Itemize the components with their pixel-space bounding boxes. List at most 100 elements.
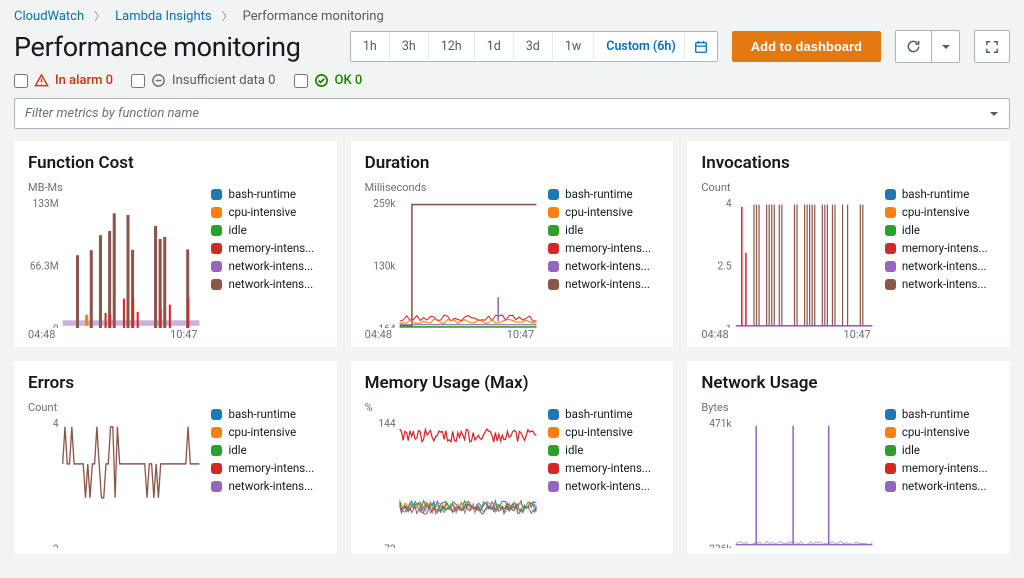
- legend-item: cpu-intensive: [885, 425, 996, 439]
- legend-item: network-intens...: [548, 479, 659, 493]
- legend-label: bash-runtime: [228, 407, 296, 421]
- legend-label: network-intens...: [228, 259, 313, 273]
- legend-label: cpu-intensive: [902, 425, 970, 439]
- insufficient-label: Insufficient data 0: [172, 73, 275, 88]
- chart-svg: 42.51: [701, 198, 874, 328]
- breadcrumb-lambda-insights[interactable]: Lambda Insights: [115, 9, 211, 24]
- alarm-status-row: In alarm 0 Insufficient data 0 OK 0: [0, 69, 1024, 98]
- legend-label: network-intens...: [902, 259, 987, 273]
- legend-label: cpu-intensive: [902, 205, 970, 219]
- legend-swatch: [885, 225, 896, 236]
- chart-title: Memory Usage (Max): [365, 373, 660, 393]
- legend-item: cpu-intensive: [548, 205, 659, 219]
- fullscreen-button[interactable]: [974, 30, 1010, 63]
- legend-label: network-intens...: [228, 479, 313, 493]
- chart-card: Invocations Count 42.51 04:4810:47 bash-…: [687, 141, 1010, 347]
- legend-swatch: [548, 279, 559, 290]
- svg-text:471k: 471k: [710, 418, 733, 430]
- legend-label: network-intens...: [902, 479, 987, 493]
- legend-item: network-intens...: [548, 277, 659, 291]
- legend-label: cpu-intensive: [228, 425, 296, 439]
- time-range-1d[interactable]: 1d: [475, 32, 514, 61]
- svg-text:130k: 130k: [373, 259, 396, 272]
- ok-checkbox[interactable]: [294, 74, 308, 88]
- legend-item: bash-runtime: [211, 407, 322, 421]
- chart-unit: %: [365, 401, 539, 414]
- legend-item: memory-intens...: [548, 461, 659, 475]
- refresh-button[interactable]: [895, 30, 932, 63]
- alarm-checkbox[interactable]: [14, 74, 28, 88]
- legend-item: network-intens...: [211, 479, 322, 493]
- legend-item: idle: [211, 443, 322, 457]
- legend-swatch: [211, 225, 222, 236]
- chart-title: Errors: [28, 373, 323, 393]
- add-to-dashboard-button[interactable]: Add to dashboard: [732, 31, 881, 62]
- page-title: Performance monitoring: [14, 31, 301, 63]
- chevron-down-icon: [941, 42, 951, 52]
- legend-swatch: [211, 427, 222, 438]
- legend-item: memory-intens...: [885, 461, 996, 475]
- legend-swatch: [885, 481, 896, 492]
- legend-item: network-intens...: [548, 259, 659, 273]
- time-range-1w[interactable]: 1w: [553, 32, 594, 61]
- legend-swatch: [548, 445, 559, 456]
- legend-label: cpu-intensive: [565, 425, 633, 439]
- legend-label: cpu-intensive: [565, 205, 633, 219]
- chart-unit: Count: [28, 401, 201, 414]
- refresh-dropdown-button[interactable]: [932, 30, 960, 63]
- legend-label: cpu-intensive: [228, 205, 296, 219]
- legend-item: bash-runtime: [885, 407, 996, 421]
- chart-title: Invocations: [701, 153, 996, 173]
- legend-label: memory-intens...: [902, 241, 988, 255]
- chart-card: Network Usage Bytes 471k236k bash-runtim…: [687, 361, 1010, 554]
- filter-input[interactable]: Filter metrics by function name: [14, 98, 1010, 129]
- time-range-3h[interactable]: 3h: [390, 32, 429, 61]
- time-range-12h[interactable]: 12h: [429, 32, 475, 61]
- chart-unit: Count: [701, 181, 874, 194]
- legend-label: bash-runtime: [902, 407, 970, 421]
- chart-card: Function Cost MB-Ms 133M66.3M0 04:4810:4…: [14, 141, 337, 347]
- legend-swatch: [885, 427, 896, 438]
- legend-swatch: [885, 445, 896, 456]
- insufficient-checkbox[interactable]: [131, 74, 145, 88]
- legend-label: idle: [565, 223, 583, 237]
- legend-swatch: [211, 409, 222, 420]
- breadcrumb-cloudwatch[interactable]: CloudWatch: [14, 9, 84, 24]
- alarm-label: In alarm 0: [55, 73, 113, 88]
- legend-swatch: [885, 207, 896, 218]
- time-range-3d[interactable]: 3d: [514, 32, 553, 61]
- legend-swatch: [211, 279, 222, 290]
- legend-item: bash-runtime: [548, 407, 659, 421]
- svg-text:2: 2: [53, 542, 59, 548]
- legend-swatch: [885, 189, 896, 200]
- legend-swatch: [548, 243, 559, 254]
- chevron-right-icon: 〉: [222, 8, 233, 24]
- time-range-custom[interactable]: Custom (6h): [594, 32, 685, 61]
- legend-item: memory-intens...: [211, 241, 322, 255]
- legend-swatch: [885, 243, 896, 254]
- legend-swatch: [548, 207, 559, 218]
- chart-svg: 133M66.3M0: [28, 198, 201, 328]
- legend-swatch: [885, 279, 896, 290]
- svg-text:236k: 236k: [710, 542, 733, 548]
- legend-swatch: [211, 261, 222, 272]
- filter-placeholder: Filter metrics by function name: [25, 106, 199, 121]
- legend-swatch: [211, 243, 222, 254]
- chart-card: Duration Milliseconds 259k130k164 04:481…: [351, 141, 674, 347]
- legend-item: idle: [211, 223, 322, 237]
- legend-swatch: [885, 409, 896, 420]
- legend-label: bash-runtime: [228, 187, 296, 201]
- legend-label: network-intens...: [565, 277, 650, 291]
- chevron-down-icon: [989, 109, 999, 119]
- chevron-right-icon: 〉: [94, 8, 105, 24]
- insufficient-icon: [151, 73, 166, 88]
- chart-legend: bash-runtime cpu-intensive idle memory-i…: [548, 181, 659, 341]
- calendar-icon[interactable]: [685, 32, 717, 61]
- time-range-1h[interactable]: 1h: [351, 32, 390, 61]
- ok-label: OK 0: [335, 73, 363, 88]
- legend-swatch: [885, 463, 896, 474]
- chart-legend: bash-runtime cpu-intensive idle memory-i…: [211, 401, 322, 548]
- legend-item: memory-intens...: [211, 461, 322, 475]
- legend-swatch: [548, 261, 559, 272]
- legend-swatch: [211, 445, 222, 456]
